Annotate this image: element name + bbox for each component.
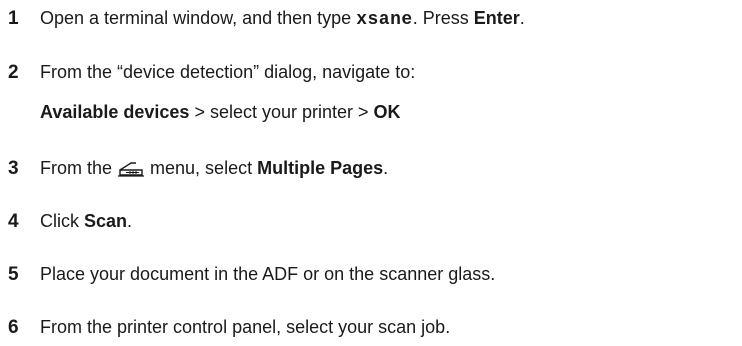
step-4-text-a: Click	[40, 211, 84, 231]
step-2-path-mid: > select your printer >	[189, 102, 374, 122]
step-number-2: 2	[8, 62, 19, 83]
step-2-text: From the “device detection” dialog, navi…	[40, 62, 416, 82]
step-1-text-a: Open a terminal window, and then type	[40, 8, 357, 28]
step-2-path: Available devices > select your printer …	[40, 102, 401, 123]
step-3-text: From the menu, select Multiple Pages.	[40, 158, 388, 179]
step-number-4: 4	[8, 211, 19, 232]
instruction-steps: 1 Open a terminal window, and then type …	[0, 0, 742, 346]
step-2-ok: OK	[373, 102, 401, 122]
step-number-6: 6	[8, 317, 19, 338]
step-1-text-b: . Press	[412, 8, 474, 28]
scanner-icon	[117, 161, 145, 177]
step-1-enter-key: Enter	[473, 8, 520, 28]
step-4-text: Click Scan.	[40, 211, 132, 232]
step-3-text-b: menu, select	[145, 158, 258, 178]
step-number-1: 1	[8, 8, 19, 29]
step-1-text-c: .	[519, 8, 525, 28]
step-2-available-devices: Available devices	[40, 102, 190, 122]
step-3-multiple-pages: Multiple Pages	[257, 158, 384, 178]
step-1-command: xsane	[356, 10, 413, 30]
step-3-text-a: From the	[40, 158, 118, 178]
step-3-text-c: .	[383, 158, 389, 178]
step-5-text: Place your document in the ADF or on the…	[40, 264, 496, 284]
step-6-text: From the printer control panel, select y…	[40, 317, 451, 337]
step-4-text-c: .	[127, 211, 133, 231]
step-1-text: Open a terminal window, and then type xs…	[40, 8, 525, 30]
step-4-scan: Scan	[84, 211, 128, 231]
step-number-3: 3	[8, 158, 19, 179]
step-number-5: 5	[8, 264, 19, 285]
